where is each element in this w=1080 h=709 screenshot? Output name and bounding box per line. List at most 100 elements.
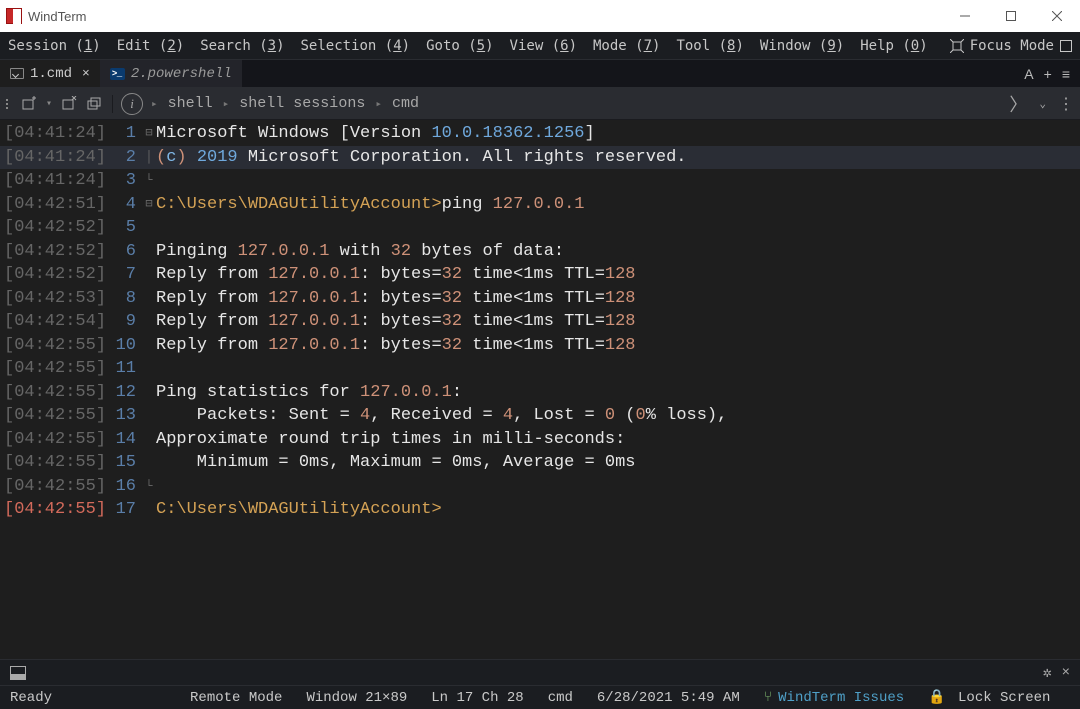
line-text (156, 475, 1080, 499)
fold-gutter-icon[interactable] (142, 498, 156, 522)
close-panel-button[interactable]: × (1062, 665, 1070, 681)
fold-gutter-icon[interactable]: ⊟ (142, 122, 156, 146)
terminal-line: [04:41:24]1⊟Microsoft Windows [Version 1… (0, 122, 1080, 146)
window-close-button[interactable] (1034, 0, 1080, 32)
tab-powershell[interactable]: 2.powershell (100, 60, 242, 87)
menu-help[interactable]: Help (0) (860, 38, 927, 54)
fold-gutter-icon[interactable] (142, 428, 156, 452)
line-text (156, 357, 1080, 381)
timestamp: [04:41:24] (0, 146, 102, 170)
fold-gutter-icon[interactable] (142, 240, 156, 264)
line-number: 17 (102, 498, 142, 522)
panel-toggle-button[interactable] (10, 666, 26, 680)
more-button[interactable]: ⋮ (1058, 94, 1074, 114)
menu-tool[interactable]: Tool (8) (676, 38, 743, 54)
tab-close-button[interactable]: × (82, 66, 90, 81)
status-window-size: Window 21×89 (306, 690, 407, 706)
breadcrumb-sessions[interactable]: shell sessions (239, 95, 365, 112)
timestamp: [04:42:54] (0, 310, 102, 334)
fold-gutter-icon[interactable] (142, 287, 156, 311)
fold-gutter-icon[interactable] (142, 263, 156, 287)
status-remote-mode[interactable]: Remote Mode (190, 690, 282, 706)
timestamp: [04:42:52] (0, 240, 102, 264)
breadcrumb-sep-icon: ▸ (375, 97, 382, 111)
close-window-button[interactable] (60, 95, 78, 113)
fold-gutter-icon[interactable] (142, 451, 156, 475)
tab-add-button[interactable]: + (1044, 66, 1052, 82)
terminal-line: [04:42:55]13 Packets: Sent = 4, Received… (0, 404, 1080, 428)
focus-mode-button[interactable]: Focus Mode (950, 38, 1072, 54)
powershell-icon (110, 68, 125, 80)
status-lock-screen[interactable]: 🔒 Lock Screen (928, 689, 1050, 706)
fold-gutter-icon[interactable]: │ (142, 146, 156, 170)
tab-font-button[interactable]: A (1024, 66, 1033, 82)
dropdown-button[interactable]: ⌄ (1039, 97, 1046, 111)
status-lock-label: Lock Screen (958, 690, 1050, 706)
line-number: 1 (102, 122, 142, 146)
line-text: (c) 2019 Microsoft Corporation. All righ… (156, 146, 1080, 170)
timestamp: [04:42:55] (0, 334, 102, 358)
fold-gutter-icon[interactable] (142, 334, 156, 358)
line-text: Approximate round trip times in milli-se… (156, 428, 1080, 452)
menu-selection[interactable]: Selection (4) (301, 38, 411, 54)
terminal-line: [04:42:55]17 C:\Users\WDAGUtilityAccount> (0, 498, 1080, 522)
line-number: 8 (102, 287, 142, 311)
status-datetime: 6/28/2021 5:49 AM (597, 690, 740, 706)
terminal-output[interactable]: [04:41:24]1⊟Microsoft Windows [Version 1… (0, 120, 1080, 659)
next-button[interactable]: 〉 (1009, 91, 1027, 117)
terminal-line: [04:42:54]9Reply from 127.0.0.1: bytes=3… (0, 310, 1080, 334)
menu-mode[interactable]: Mode (7) (593, 38, 660, 54)
menu-search[interactable]: Search (3) (200, 38, 284, 54)
timestamp: [04:42:55] (0, 475, 102, 499)
timestamp: [04:41:24] (0, 122, 102, 146)
drag-handle-icon[interactable] (6, 99, 12, 109)
breadcrumb-cmd[interactable]: cmd (392, 95, 419, 112)
timestamp: [04:42:55] (0, 498, 102, 522)
menu-edit[interactable]: Edit (2) (117, 38, 184, 54)
line-text: C:\Users\WDAGUtilityAccount>ping 127.0.0… (156, 193, 1080, 217)
line-text: C:\Users\WDAGUtilityAccount> (156, 498, 1080, 522)
line-text: Packets: Sent = 4, Received = 4, Lost = … (156, 404, 1080, 428)
fold-gutter-icon[interactable] (142, 216, 156, 240)
fold-gutter-icon[interactable]: ⊟ (142, 193, 156, 217)
line-text: Reply from 127.0.0.1: bytes=32 time<1ms … (156, 287, 1080, 311)
menu-window[interactable]: Window (9) (760, 38, 844, 54)
menu-goto[interactable]: Goto (5) (426, 38, 493, 54)
timestamp: [04:42:55] (0, 451, 102, 475)
menubar: Session (1) Edit (2) Search (3) Selectio… (0, 32, 1080, 60)
status-issues-label: WindTerm Issues (778, 690, 904, 706)
timestamp: [04:42:55] (0, 404, 102, 428)
info-icon[interactable]: i (121, 93, 143, 115)
checkbox-icon (1060, 40, 1072, 52)
status-issues-link[interactable]: ⑂ WindTerm Issues (764, 690, 904, 706)
tab-menu-button[interactable]: ≡ (1062, 66, 1070, 82)
timestamp: [04:42:52] (0, 263, 102, 287)
tab-cmd[interactable]: 1.cmd × (0, 60, 100, 87)
line-number: 14 (102, 428, 142, 452)
menu-session[interactable]: Session (1) (8, 38, 101, 54)
duplicate-window-button[interactable] (86, 95, 104, 113)
line-text: Pinging 127.0.0.1 with 32 bytes of data: (156, 240, 1080, 264)
window-maximize-button[interactable] (988, 0, 1034, 32)
line-number: 10 (102, 334, 142, 358)
timestamp: [04:42:55] (0, 428, 102, 452)
line-number: 4 (102, 193, 142, 217)
window-minimize-button[interactable] (942, 0, 988, 32)
fold-gutter-icon[interactable] (142, 404, 156, 428)
fold-gutter-icon[interactable] (142, 381, 156, 405)
fold-gutter-icon[interactable]: └ (142, 475, 156, 499)
menu-view[interactable]: View (6) (510, 38, 577, 54)
terminal-line: [04:42:55]16└ (0, 475, 1080, 499)
fold-gutter-icon[interactable]: └ (142, 169, 156, 193)
fold-gutter-icon[interactable] (142, 310, 156, 334)
terminal-line: [04:42:55]14 Approximate round trip times… (0, 428, 1080, 452)
branch-icon: ⑂ (764, 690, 772, 706)
cmd-icon (10, 68, 24, 79)
fold-gutter-icon[interactable] (142, 357, 156, 381)
line-number: 11 (102, 357, 142, 381)
new-window-button[interactable] (20, 95, 38, 113)
breadcrumb-shell[interactable]: shell (168, 95, 213, 112)
settings-button[interactable]: ✲ (1043, 663, 1052, 682)
terminal-line: [04:41:24]2│(c) 2019 Microsoft Corporati… (0, 146, 1080, 170)
line-text: Reply from 127.0.0.1: bytes=32 time<1ms … (156, 334, 1080, 358)
